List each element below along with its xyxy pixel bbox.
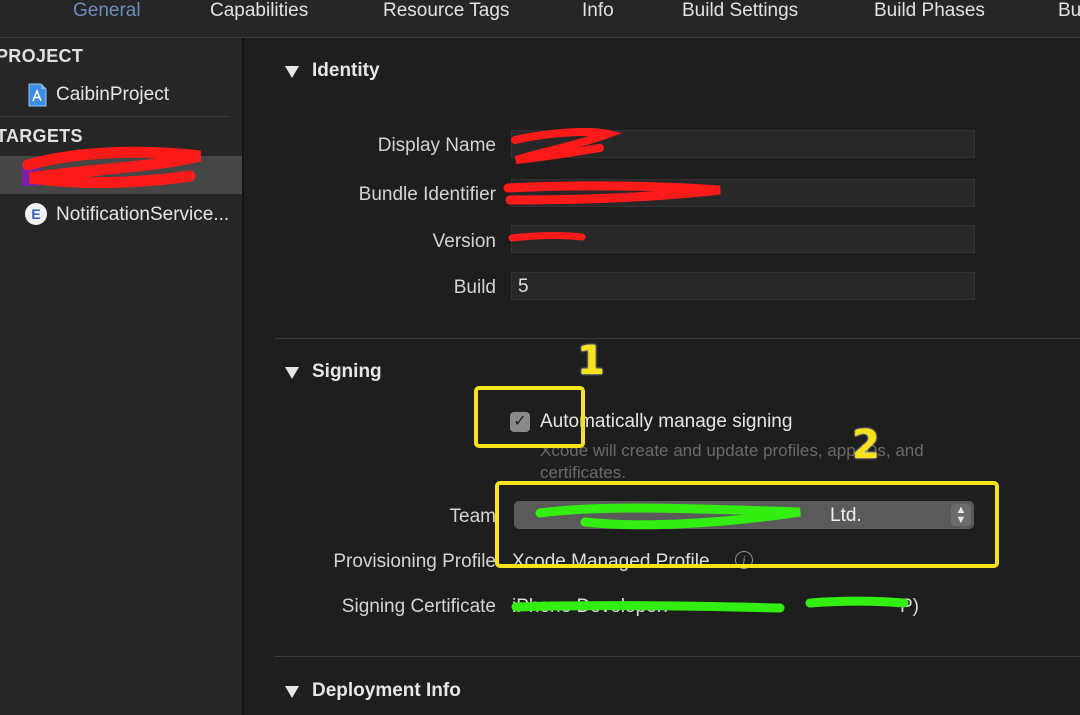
- annotation-number-1: 1: [577, 338, 605, 384]
- signing-certificate-label: Signing Certificate: [341, 596, 496, 617]
- disclosure-triangle-icon[interactable]: [285, 66, 299, 78]
- sidebar-item-target-notification-service[interactable]: E NotificationService...: [0, 196, 242, 234]
- signing-certificate-value: iPhone Developer:: [512, 596, 669, 617]
- tab-info[interactable]: Info: [582, 0, 614, 22]
- display-name-label: Display Name: [377, 135, 496, 156]
- section-divider: [275, 338, 1080, 339]
- project-section-header: PROJECT: [0, 46, 84, 66]
- tab-capabilities[interactable]: Capabilities: [210, 0, 308, 22]
- signing-section-title: Signing: [312, 361, 382, 382]
- sidebar-item-label: NotificationService...: [56, 204, 230, 225]
- bundle-identifier-label: Bundle Identifier: [358, 184, 496, 205]
- bundle-identifier-field[interactable]: [511, 179, 975, 207]
- signing-certificate-suffix: P): [900, 596, 919, 617]
- tab-build-phases[interactable]: Build Phases: [874, 0, 985, 22]
- provisioning-profile-label: Provisioning Profile: [333, 551, 496, 572]
- disclosure-triangle-icon[interactable]: [285, 686, 299, 698]
- general-editor: Identity Display Name Bundle Identifier …: [244, 38, 1080, 715]
- tab-build-settings[interactable]: Build Settings: [682, 0, 798, 22]
- version-field[interactable]: [511, 225, 975, 253]
- sidebar-item-project[interactable]: CaibinProject: [0, 76, 242, 114]
- tab-general[interactable]: General: [73, 0, 141, 22]
- sidebar-divider: [0, 116, 228, 117]
- section-divider: [275, 656, 1080, 657]
- deployment-info-section-title: Deployment Info: [312, 680, 461, 701]
- auto-manage-help-text: Xcode will create and update profiles, a…: [540, 441, 924, 482]
- annotation-box-1: [474, 386, 585, 448]
- tab-build-rules-cut[interactable]: Bu: [1058, 0, 1080, 22]
- build-field[interactable]: 5: [511, 272, 975, 300]
- build-value: 5: [518, 276, 529, 297]
- sidebar-item-target-main[interactable]: [0, 156, 242, 194]
- targets-section-header: TARGETS: [0, 126, 83, 146]
- team-label: Team: [449, 506, 496, 527]
- display-name-field[interactable]: [511, 130, 975, 158]
- project-navigator-sidebar: PROJECT CaibinProject TARGETS E Notifica…: [0, 38, 244, 715]
- sidebar-item-label: CaibinProject: [56, 84, 169, 105]
- annotation-number-2: 2: [852, 422, 880, 468]
- tab-resource-tags[interactable]: Resource Tags: [383, 0, 509, 22]
- app-target-icon: [22, 164, 40, 186]
- build-label: Build: [453, 277, 496, 298]
- editor-tab-bar: General Capabilities Resource Tags Info …: [0, 0, 1080, 38]
- version-label: Version: [432, 231, 496, 252]
- extension-icon: E: [25, 203, 47, 225]
- xcode-project-icon: [28, 83, 47, 107]
- annotation-box-2: [495, 481, 999, 568]
- disclosure-triangle-icon[interactable]: [285, 367, 299, 379]
- identity-section-title: Identity: [312, 60, 380, 81]
